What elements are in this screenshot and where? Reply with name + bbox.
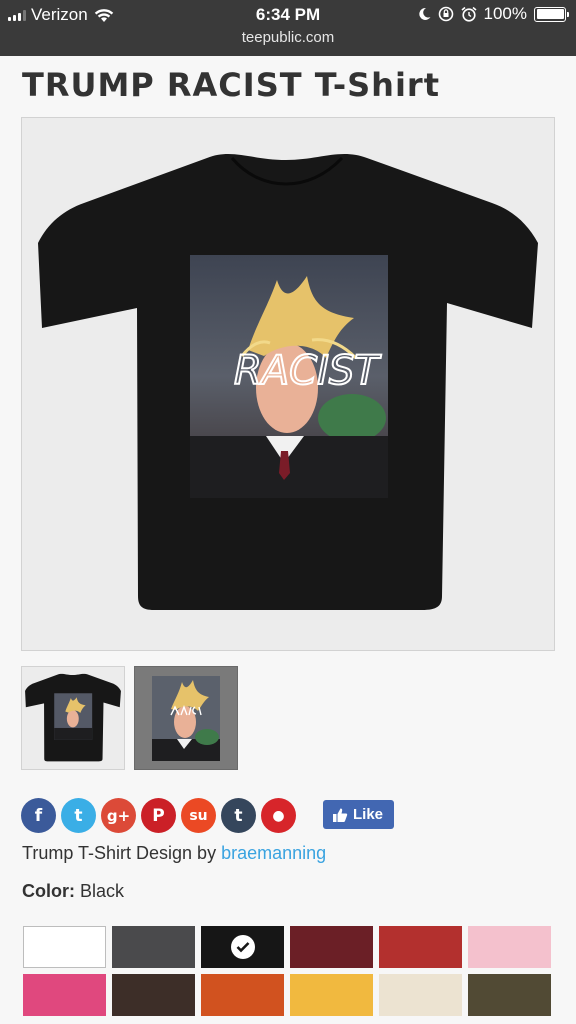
stumbleupon-icon[interactable]: su [181, 798, 216, 833]
color-label-key: Color: [22, 881, 75, 901]
alarm-icon [461, 6, 477, 22]
color-swatch[interactable] [468, 926, 551, 968]
like-label: Like [353, 806, 384, 823]
thumbnail-shirt[interactable] [21, 666, 125, 770]
color-label-value: Black [80, 881, 125, 901]
color-swatch[interactable] [201, 974, 284, 1016]
pinterest-icon[interactable]: P [141, 798, 176, 833]
tumblr-icon[interactable]: t [221, 798, 256, 833]
color-swatch[interactable] [23, 926, 106, 968]
moon-icon [418, 7, 431, 20]
color-swatch[interactable] [379, 926, 462, 968]
color-swatch[interactable] [379, 974, 462, 1016]
color-swatch[interactable] [290, 926, 373, 968]
checkmark-icon [231, 935, 255, 959]
color-swatch-grid [23, 926, 553, 1016]
design-text: RACIST [234, 348, 382, 394]
url-bar[interactable]: teepublic.com [0, 29, 576, 46]
rotation-lock-icon [438, 6, 453, 22]
tshirt-thumb-image [25, 673, 121, 762]
twitter-icon[interactable]: t [61, 798, 96, 833]
google-plus-icon[interactable]: g+ [101, 798, 136, 833]
reddit-icon[interactable]: ● [261, 798, 296, 833]
status-right: 100% [418, 4, 569, 24]
thumbnail-design[interactable] [134, 666, 238, 770]
design-byline: Trump T-Shirt Design by braemanning [22, 843, 326, 864]
color-swatch[interactable] [201, 926, 284, 968]
thumbs-up-icon [333, 808, 348, 822]
color-swatch[interactable] [112, 926, 195, 968]
product-main-image[interactable]: RACIST [21, 117, 555, 651]
battery-icon [534, 6, 569, 22]
color-swatch[interactable] [290, 974, 373, 1016]
tshirt-mockup: RACIST [38, 154, 538, 610]
facebook-like-button[interactable]: Like [323, 800, 394, 829]
page-title: TRUMP RACIST T-Shirt [22, 66, 440, 104]
facebook-icon[interactable]: f [21, 798, 56, 833]
byline-prefix: Trump T-Shirt Design by [22, 843, 217, 863]
color-swatch[interactable] [112, 974, 195, 1016]
thumbnail-strip [21, 666, 238, 770]
color-label: Color: Black [22, 881, 124, 902]
designer-link[interactable]: braemanning [221, 843, 326, 863]
design-thumb-image [152, 676, 220, 761]
social-share-bar: f t g+ P su t ● [21, 798, 296, 833]
color-swatch[interactable] [23, 974, 106, 1016]
color-swatch[interactable] [468, 974, 551, 1016]
status-bar: Verizon 6:34 PM teepublic.com 100% [0, 0, 576, 56]
battery-label: 100% [483, 4, 527, 23]
